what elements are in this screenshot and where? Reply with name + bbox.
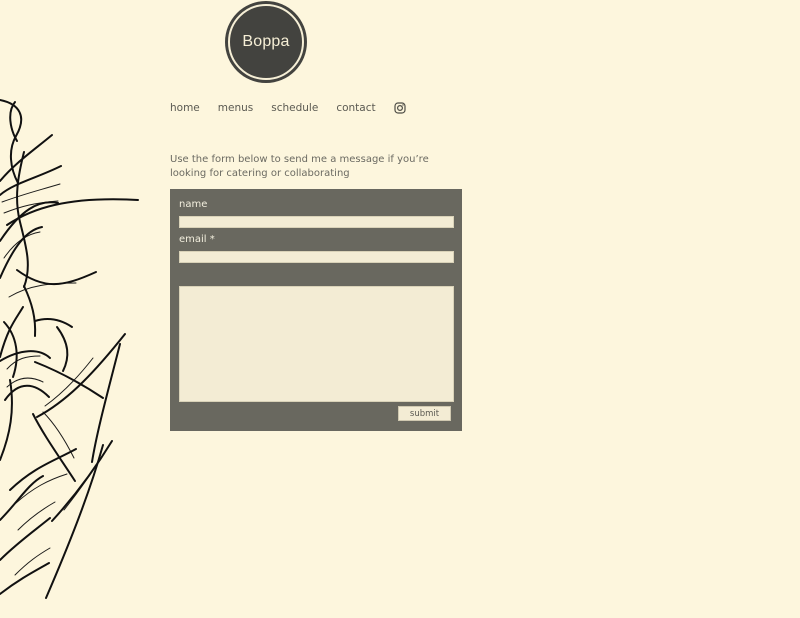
email-field[interactable] bbox=[179, 251, 454, 263]
instagram-icon[interactable] bbox=[394, 102, 406, 114]
name-label: name bbox=[179, 199, 208, 210]
nav-contact[interactable]: contact bbox=[336, 102, 375, 114]
name-field[interactable] bbox=[179, 216, 454, 228]
nav-schedule[interactable]: schedule bbox=[271, 102, 318, 114]
botanical-illustration bbox=[0, 99, 139, 599]
main-navigation: home menus schedule contact bbox=[170, 99, 406, 117]
submit-button[interactable]: submit bbox=[398, 406, 451, 421]
contact-form: name email * submit bbox=[170, 189, 462, 431]
logo-text: Boppa bbox=[242, 33, 290, 50]
nav-home[interactable]: home bbox=[170, 102, 200, 114]
message-field[interactable] bbox=[179, 286, 454, 402]
logo[interactable]: Boppa bbox=[225, 1, 307, 83]
contact-intro: Use the form below to send me a message … bbox=[170, 154, 429, 179]
nav-menus[interactable]: menus bbox=[218, 102, 253, 114]
email-label: email * bbox=[179, 234, 215, 245]
